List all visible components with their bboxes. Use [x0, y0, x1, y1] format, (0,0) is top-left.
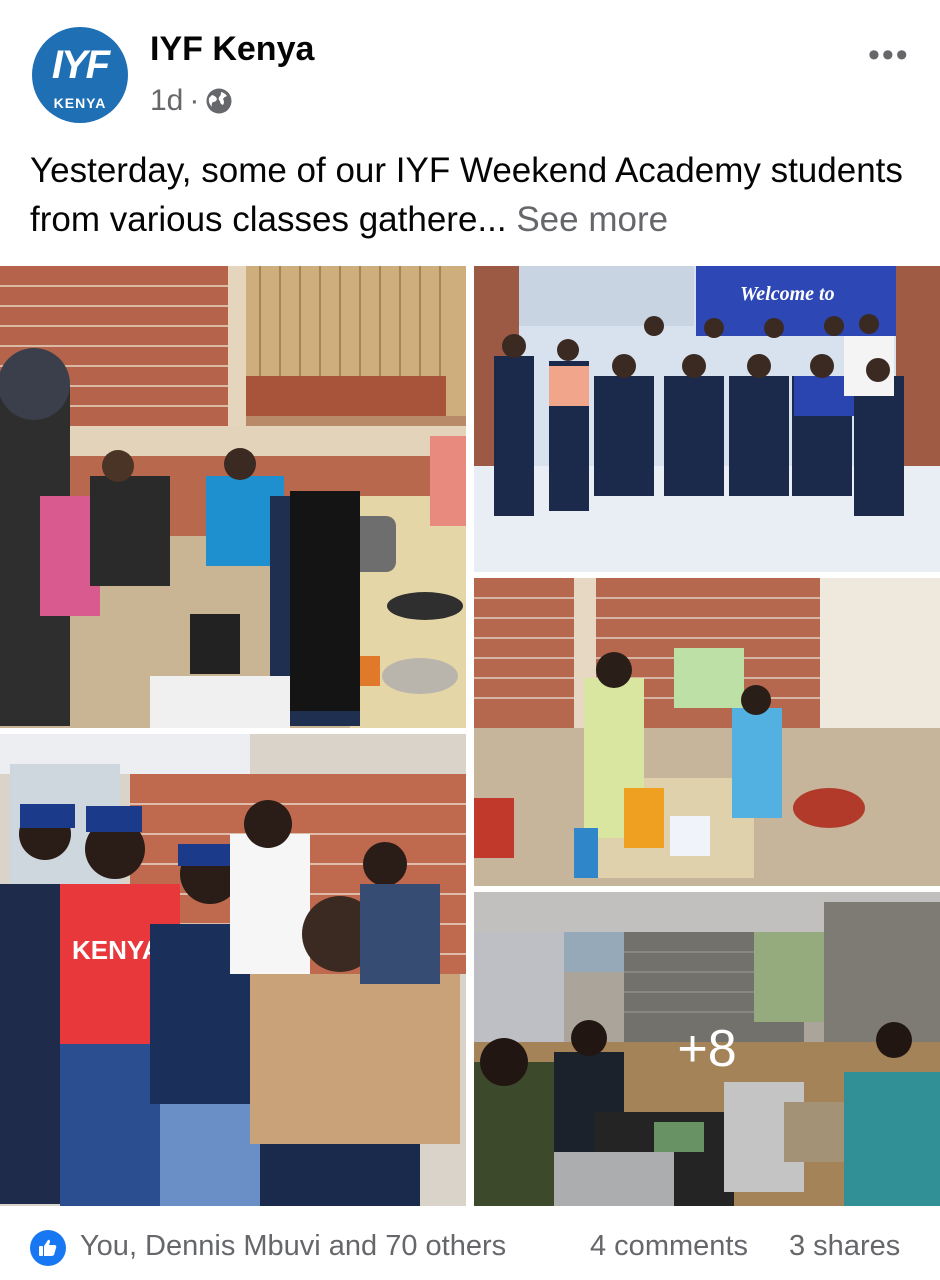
globe-icon	[206, 88, 232, 114]
avatar-logo-text: IYF	[51, 43, 110, 87]
thumbs-up-icon[interactable]	[30, 1230, 66, 1266]
photo-classroom-cooking-image	[474, 578, 940, 886]
photo-classroom-more[interactable]: +8	[474, 892, 940, 1206]
post-time[interactable]: 1d	[150, 84, 183, 118]
welcome-banner-text: Welcome to	[740, 283, 835, 305]
photo-grid: Welcome to KENYA +8	[0, 266, 940, 1206]
meta-separator: ·	[189, 84, 200, 117]
post-header: IYF KENYA IYF Kenya 1d · •••	[0, 0, 940, 140]
caption-text: Yesterday, some of our IYF Weekend Acade…	[30, 151, 903, 239]
shares-count[interactable]: 3 shares	[789, 1230, 900, 1263]
photo-group-welcome[interactable]: Welcome to	[474, 266, 940, 572]
post-footer: You, Dennis Mbuvi and 70 others 4 commen…	[0, 1208, 940, 1280]
page-name[interactable]: IYF Kenya	[150, 30, 314, 69]
more-dots-icon[interactable]: •••	[868, 36, 910, 75]
more-photos-overlay[interactable]: +8	[474, 892, 940, 1206]
reactors-text[interactable]: You, Dennis Mbuvi and 70 others	[80, 1230, 506, 1263]
photo-cooking-room-image	[0, 266, 466, 728]
post-meta: 1d ·	[150, 84, 233, 118]
photo-group-welcome-image: Welcome to	[474, 266, 940, 572]
avatar-logo-subtext: KENYA	[53, 95, 107, 111]
photo-group-laughing-image: KENYA	[0, 734, 466, 1206]
photo-cooking-room[interactable]	[0, 266, 466, 728]
post-caption: Yesterday, some of our IYF Weekend Acade…	[30, 146, 910, 244]
photo-group-laughing[interactable]: KENYA	[0, 734, 466, 1206]
see-more-link[interactable]: See more	[516, 200, 668, 239]
page-avatar[interactable]: IYF KENYA	[32, 27, 128, 123]
kenya-shirt-text: KENYA	[72, 935, 161, 965]
photo-classroom-cooking[interactable]	[474, 578, 940, 886]
thumbs-up-glyph	[39, 1239, 57, 1256]
comments-count[interactable]: 4 comments	[590, 1230, 748, 1263]
